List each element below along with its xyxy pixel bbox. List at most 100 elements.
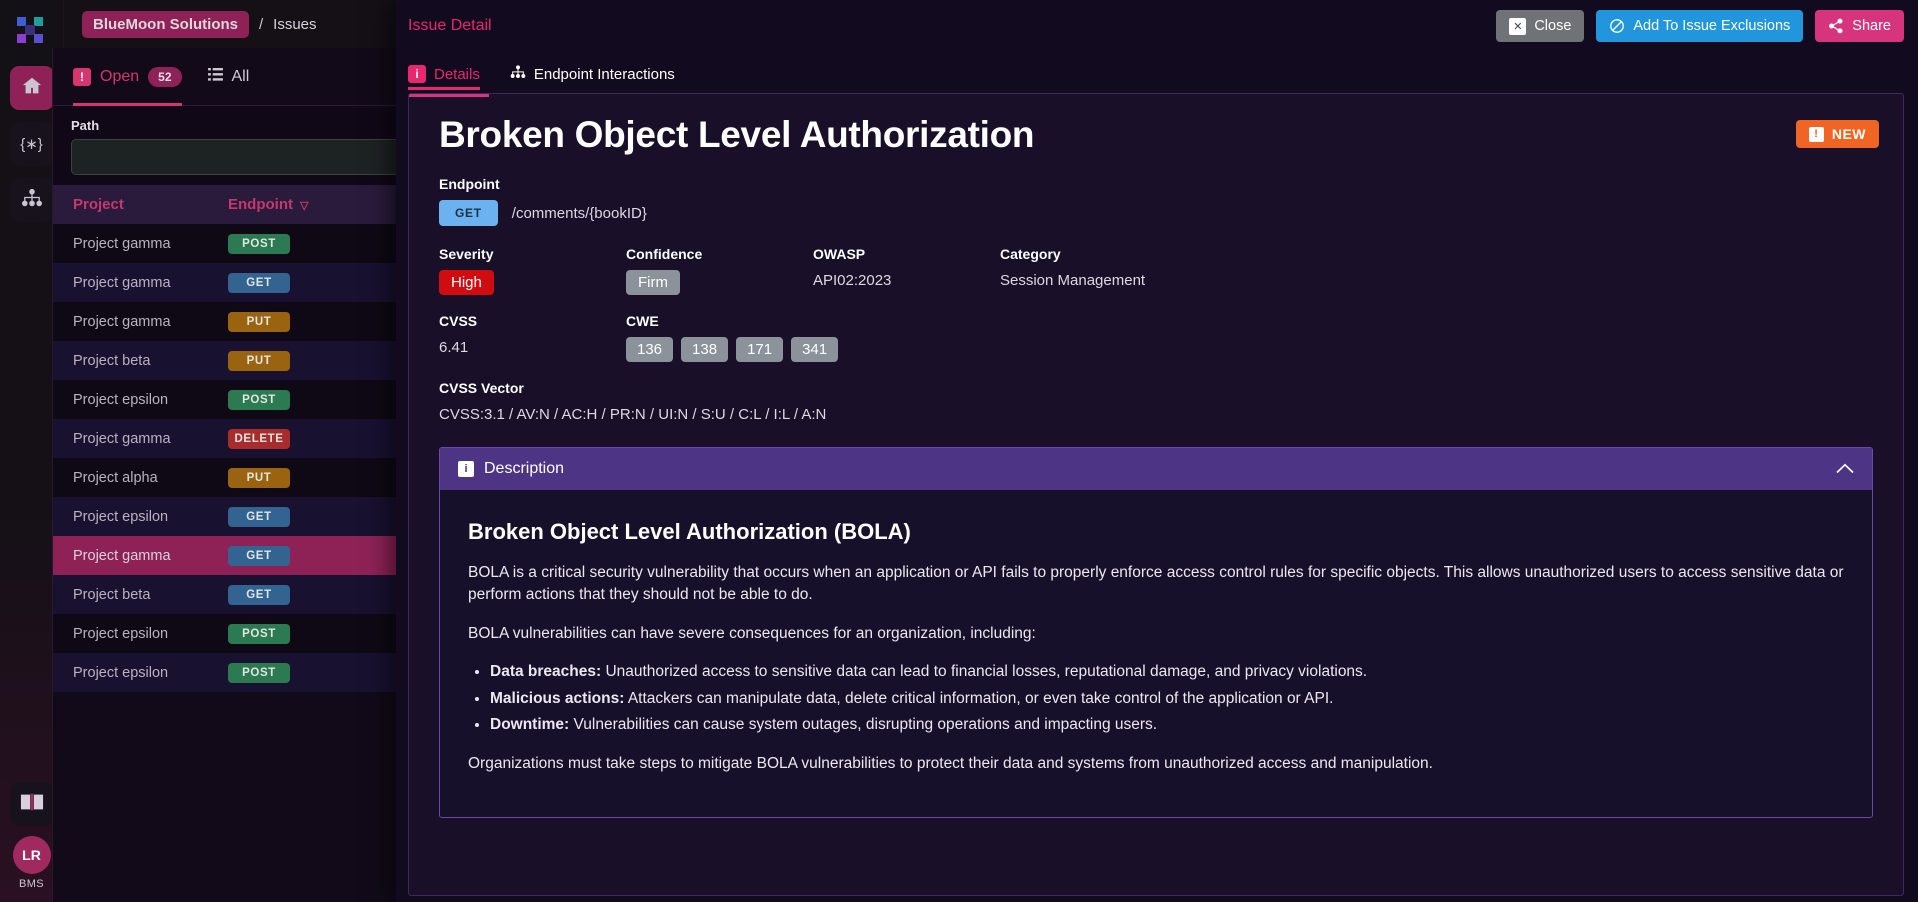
method-tag: POST	[228, 234, 290, 254]
exclude-button-label: Add To Issue Exclusions	[1633, 18, 1790, 34]
tab-endpoint-interactions-label: Endpoint Interactions	[534, 66, 675, 83]
breadcrumb-current[interactable]: Issues	[273, 16, 316, 33]
cell-project: Project beta	[53, 575, 208, 614]
breadcrumb-org[interactable]: BlueMoon Solutions	[82, 11, 249, 38]
cwe-chip: 138	[681, 337, 728, 362]
tab-all[interactable]: All	[208, 48, 250, 106]
issue-detail-header: Issue Detail ✕ Close Add To Issue Exclus…	[396, 0, 1918, 52]
sort-caret-icon: ▽	[300, 200, 308, 212]
method-tag: GET	[228, 585, 290, 605]
cell-project: Project alpha	[53, 458, 208, 497]
cell-project: Project gamma	[53, 536, 208, 575]
method-tag: POST	[228, 624, 290, 644]
issue-detail-card: ! NEW Broken Object Level Authorization …	[408, 93, 1904, 896]
endpoint-method-tag: GET	[439, 200, 498, 226]
endpoint-path: /comments/{bookID}	[512, 205, 647, 222]
method-tag: GET	[228, 546, 290, 566]
list-item: Malicious actions: Attackers can manipul…	[490, 688, 1844, 710]
tab-details[interactable]: i Details	[408, 65, 480, 90]
cell-project: Project gamma	[53, 224, 208, 263]
sidebar-item-topology[interactable]	[10, 178, 54, 222]
description-accordion-body: Broken Object Level Authorization (BOLA)…	[440, 490, 1872, 817]
category-value: Session Management	[1000, 272, 1873, 289]
list-item-term: Data breaches:	[490, 663, 601, 680]
breadcrumb-separator: /	[259, 16, 263, 33]
list-item-term: Malicious actions:	[490, 690, 624, 707]
endpoint-row: GET /comments/{bookID}	[439, 200, 1873, 226]
method-tag: PUT	[228, 312, 290, 332]
description-accordion-header[interactable]: i Description	[440, 448, 1872, 490]
method-tag: DELETE	[228, 429, 290, 449]
method-tag: POST	[228, 663, 290, 683]
method-tag: GET	[228, 507, 290, 527]
page-title: Issue Detail	[408, 17, 492, 35]
owasp-value: API02:2023	[813, 272, 1000, 289]
alert-icon: !	[73, 68, 91, 86]
share-button-label: Share	[1852, 18, 1891, 34]
card-accent-bar	[409, 94, 489, 97]
description-heading: Broken Object Level Authorization (BOLA)	[468, 516, 1844, 548]
share-button[interactable]: Share	[1815, 10, 1904, 42]
severity-value: High	[439, 270, 494, 295]
cwe-chip: 136	[626, 337, 673, 362]
cwe-chip: 171	[736, 337, 783, 362]
book-icon	[20, 792, 44, 817]
tab-details-label: Details	[434, 66, 480, 83]
description-paragraph-3: Organizations must take steps to mitigat…	[468, 753, 1844, 775]
tab-open-label: Open	[100, 68, 139, 86]
cell-project: Project gamma	[53, 419, 208, 458]
avatar-label: BMS	[19, 878, 44, 890]
method-tag: PUT	[228, 468, 290, 488]
description-bullet-list: Data breaches: Unauthorized access to se…	[490, 661, 1844, 736]
cwe-label: CWE	[626, 313, 1873, 329]
cell-project: Project gamma	[53, 302, 208, 341]
list-item-text: Unauthorized access to sensitive data ca…	[601, 663, 1367, 680]
share-nodes-icon	[1828, 18, 1844, 34]
list-item: Downtime: Vulnerabilities can cause syst…	[490, 714, 1844, 736]
list-item: Data breaches: Unauthorized access to se…	[490, 661, 1844, 683]
cvss-value: 6.41	[439, 339, 626, 356]
description-header-left: i Description	[458, 460, 564, 478]
cwe-chip: 341	[791, 337, 838, 362]
method-tag: GET	[228, 273, 290, 293]
owasp-label: OWASP	[813, 246, 1000, 262]
cell-project: Project epsilon	[53, 497, 208, 536]
confidence-cell: Confidence Firm	[626, 246, 813, 295]
add-to-issue-exclusions-button[interactable]: Add To Issue Exclusions	[1596, 10, 1803, 42]
cvss-vector-block: CVSS Vector CVSS:3.1 / AV:N / AC:H / PR:…	[439, 380, 1873, 423]
tab-endpoint-interactions[interactable]: Endpoint Interactions	[510, 65, 675, 90]
avatar[interactable]: LR	[13, 836, 51, 874]
close-icon: ✕	[1509, 18, 1526, 35]
tab-open[interactable]: ! Open 52	[73, 48, 182, 106]
list-item-text: Vulnerabilities can cause system outages…	[569, 716, 1157, 733]
endpoint-block: Endpoint GET /comments/{bookID}	[439, 176, 1873, 226]
sidebar-item-home[interactable]	[10, 66, 54, 110]
description-accordion: i Description Broken Object Level Author…	[439, 447, 1873, 818]
method-tag: POST	[228, 390, 290, 410]
description-section-label: Description	[484, 460, 564, 478]
list-item-term: Downtime:	[490, 716, 569, 733]
list-item-text: Attackers can manipulate data, delete cr…	[624, 690, 1333, 707]
close-button[interactable]: ✕ Close	[1496, 10, 1584, 42]
chevron-up-icon[interactable]	[1836, 461, 1854, 478]
close-button-label: Close	[1534, 18, 1571, 34]
status-badge: ! NEW	[1796, 120, 1879, 148]
issue-title: Broken Object Level Authorization	[439, 114, 1873, 156]
sidebar-item-api[interactable]: {∗}	[10, 122, 54, 166]
cell-project: Project gamma	[53, 263, 208, 302]
open-count-badge: 52	[148, 67, 181, 87]
sitemap-icon	[21, 189, 43, 212]
method-tag: PUT	[228, 351, 290, 371]
docs-button[interactable]	[10, 782, 54, 826]
bluemoon-logo-icon[interactable]	[10, 10, 54, 54]
cell-project: Project beta	[53, 341, 208, 380]
app-root: {∗}	[0, 0, 1918, 902]
sitemap-icon	[510, 65, 526, 83]
description-paragraph-2: BOLA vulnerabilities can have severe con…	[468, 623, 1844, 645]
info-icon: i	[458, 461, 474, 477]
confidence-value: Firm	[626, 270, 680, 295]
column-header-project[interactable]: Project	[53, 185, 208, 224]
cwe-list: 136 138 171 341	[626, 337, 1873, 362]
cvss-label: CVSS	[439, 313, 626, 329]
cvss-vector-value: CVSS:3.1 / AV:N / AC:H / PR:N / UI:N / S…	[439, 406, 1873, 423]
